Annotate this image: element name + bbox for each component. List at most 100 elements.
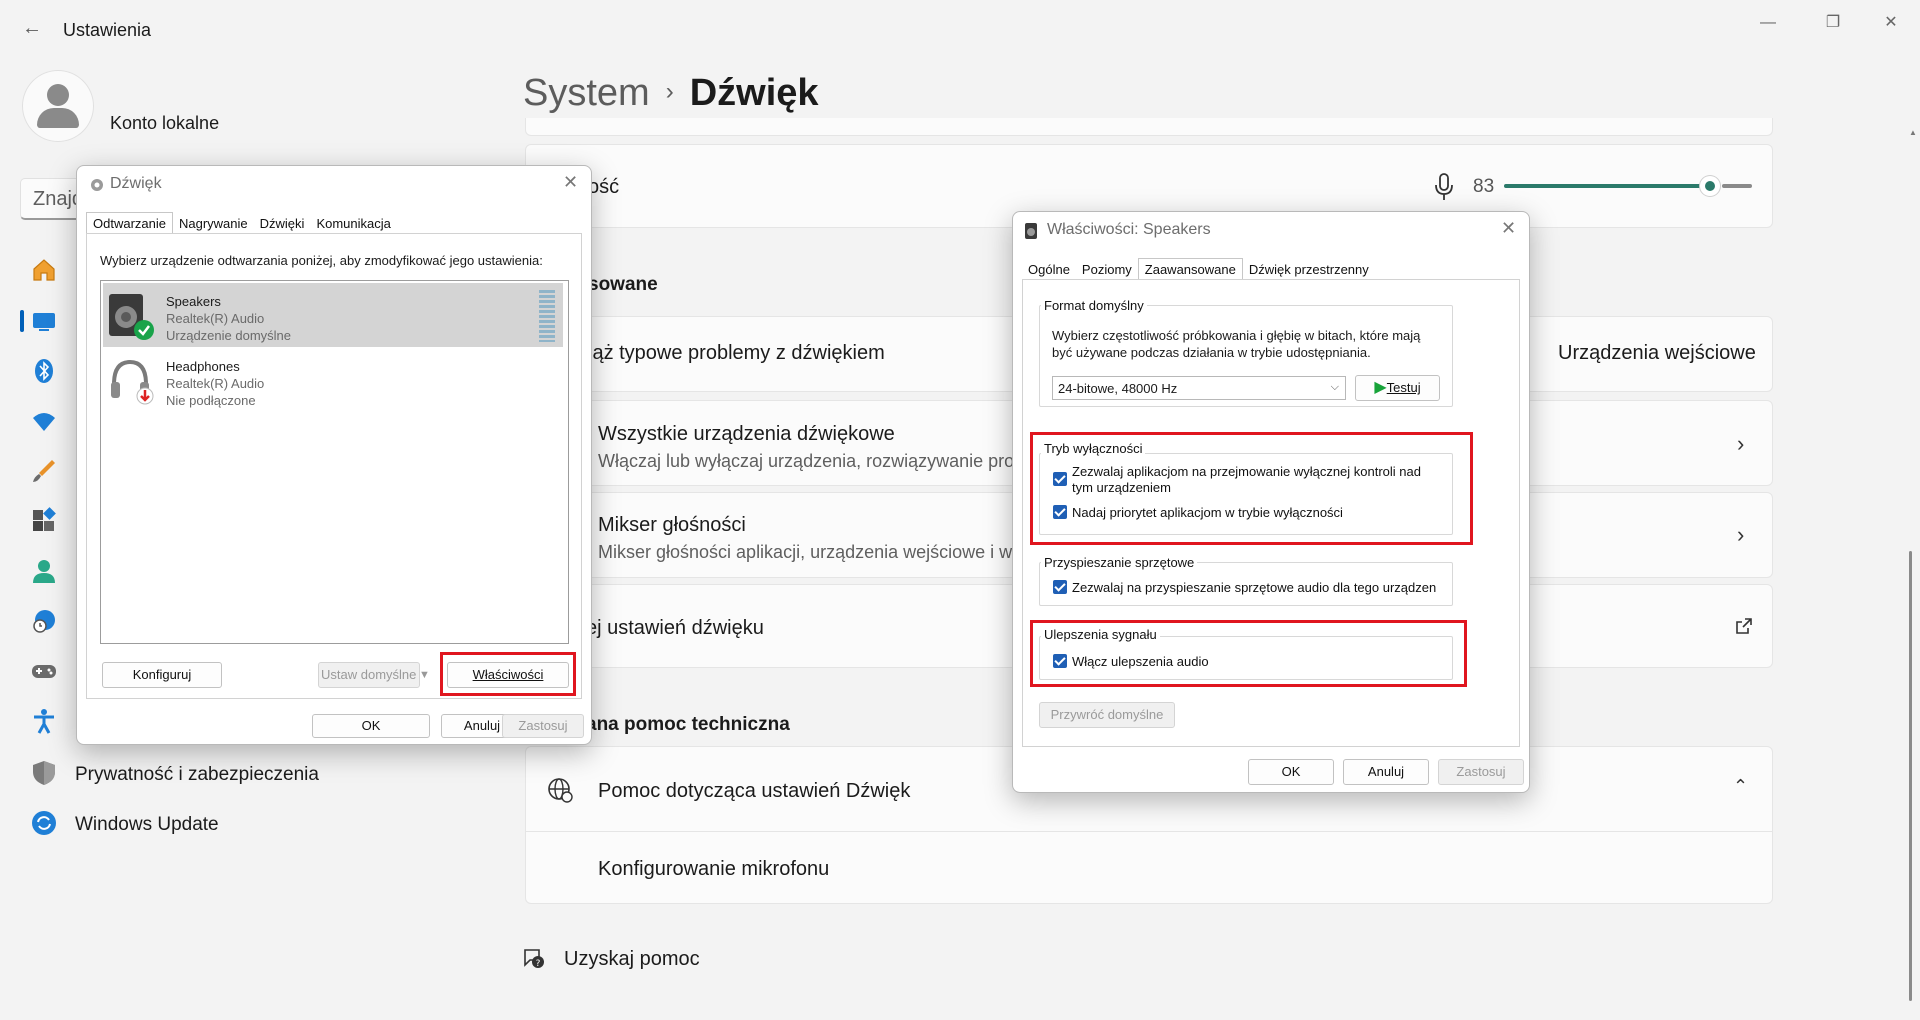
divider [525, 831, 1773, 832]
sidebar-item-windows-update[interactable]: Windows Update [75, 814, 219, 836]
speaker-app-icon [1025, 223, 1037, 239]
highlight-box [1030, 620, 1467, 687]
minimize-button[interactable]: — [1745, 8, 1791, 38]
maximize-button[interactable]: ❐ [1810, 8, 1856, 38]
device-name: Speakers [166, 294, 221, 309]
format-description: Wybierz częstotliwość próbkowania i głęb… [1052, 328, 1421, 360]
breadcrumb-parent[interactable]: System [523, 72, 650, 114]
ok-button[interactable]: OK [1248, 759, 1334, 785]
device-driver: Realtek(R) Audio [166, 311, 265, 326]
group-label: Format domyślny [1041, 298, 1147, 313]
avatar[interactable] [22, 70, 94, 142]
back-arrow-icon[interactable]: ← [18, 14, 46, 42]
cancel-button[interactable]: Anuluj [1343, 759, 1429, 785]
tab-recording[interactable]: Nagrywanie [173, 213, 254, 234]
format-select-value: 24-bitowe, 48000 Hz [1058, 381, 1178, 396]
troubleshoot-label: iąż typowe problemy z dźwiękiem [588, 342, 885, 364]
volume-label: ość [588, 176, 620, 198]
highlight-box [1030, 432, 1473, 545]
level-meter [539, 290, 555, 342]
chevron-right-icon: › [1737, 431, 1745, 456]
breadcrumb-separator: › [665, 78, 674, 105]
tab-playback[interactable]: Odtwarzanie [86, 212, 173, 234]
chevron-up-icon[interactable]: ⌃ [1733, 776, 1748, 797]
all-devices-title: Wszystkie urządzenia dźwiękowe [598, 423, 895, 445]
advanced-section-header: sowane [588, 274, 658, 295]
microphone-icon[interactable] [1432, 172, 1456, 202]
tab-spatial-sound[interactable]: Dźwięk przestrzenny [1243, 259, 1375, 280]
device-driver: Realtek(R) Audio [166, 376, 265, 391]
help-title[interactable]: Pomoc dotycząca ustawień Dźwięk [598, 780, 910, 803]
apps-icon[interactable] [30, 507, 58, 535]
window-title: Ustawienia [63, 20, 152, 40]
checkbox-label: Zezwalaj na przyspieszanie sprzętowe aud… [1072, 580, 1437, 595]
sidebar-item-privacy[interactable]: Prywatność i zabezpieczenia [75, 764, 319, 786]
chevron-down-icon: ⌵ [1330, 381, 1339, 393]
help-section-header: ana pomoc techniczna [586, 714, 790, 735]
group-label: Przyspieszanie sprzętowe [1041, 555, 1198, 570]
volume-slider-fill [1504, 184, 1710, 188]
globe-help-icon [548, 778, 573, 803]
help-link-mic[interactable]: Konfigurowanie mikrofonu [598, 858, 829, 881]
highlight-box [440, 652, 576, 696]
scrollbar[interactable]: ▲ [1909, 128, 1917, 1008]
apply-button[interactable]: Zastosuj [1438, 759, 1524, 785]
input-devices-button[interactable]: Urządzenia wejściowe [1558, 342, 1756, 365]
breadcrumb: System › Dźwięk [523, 72, 819, 115]
get-help-link[interactable]: Uzyskaj pomoc [564, 948, 700, 971]
page-title: Dźwięk [689, 72, 819, 114]
tab-advanced[interactable]: Zaawansowane [1137, 258, 1243, 280]
sound-tabs: Odtwarzanie Nagrywanie Dźwięki Komunikacja [86, 212, 397, 234]
bluetooth-icon[interactable] [30, 357, 58, 385]
volume-slider-track [1722, 184, 1752, 188]
chevron-right-icon: › [1737, 522, 1745, 547]
time-icon[interactable] [30, 607, 58, 635]
update-icon[interactable] [30, 809, 58, 837]
properties-dialog-title: Właściwości: Speakers [1047, 221, 1211, 238]
card-top-edge [525, 118, 1773, 136]
close-icon[interactable]: ✕ [563, 172, 578, 193]
wifi-icon[interactable] [30, 407, 58, 435]
volume-value: 83 [1473, 176, 1495, 197]
hw-acceleration-checkbox[interactable] [1053, 580, 1067, 594]
restore-defaults-button[interactable]: Przywróć domyślne [1039, 702, 1175, 728]
device-status: Nie podłączone [166, 393, 256, 408]
configure-button[interactable]: Konfiguruj [102, 662, 222, 688]
headphones-device-icon [111, 359, 154, 405]
svg-text:?: ? [536, 959, 541, 969]
properties-tabs: Ogólne Poziomy Zaawansowane Dźwięk przestrz… [1022, 258, 1375, 280]
tab-levels[interactable]: Poziomy [1076, 259, 1138, 280]
set-default-button[interactable]: Ustaw domyślne [318, 662, 420, 688]
nav-active-indicator [20, 310, 24, 332]
close-icon[interactable]: ✕ [1501, 218, 1516, 239]
close-button[interactable]: ✕ [1868, 8, 1914, 38]
more-settings-label: ej ustawień dźwięku [586, 617, 764, 639]
home-icon[interactable] [30, 256, 58, 284]
all-devices-subtitle: Włączaj lub wyłączaj urządzenia, rozwiąz… [598, 451, 1015, 471]
mixer-title: Mikser głośności [598, 514, 746, 536]
tab-communication[interactable]: Komunikacja [310, 213, 396, 234]
account-name: Konto lokalne [110, 113, 220, 133]
volume-slider-thumb[interactable] [1700, 176, 1720, 196]
shield-icon[interactable] [30, 759, 58, 787]
ok-button[interactable]: OK [312, 714, 430, 738]
format-select[interactable]: 24-bitowe, 48000 Hz ⌵ [1052, 376, 1346, 400]
playback-instruction: Wybierz urządzenie odtwarzania poniżej, … [100, 253, 543, 268]
get-help-icon: ? [524, 949, 544, 969]
test-button-label: Testuj [1386, 380, 1421, 395]
system-icon[interactable] [30, 307, 58, 335]
chevron-down-icon[interactable]: ▼ [419, 662, 437, 688]
accessibility-icon[interactable] [30, 707, 58, 735]
gamepad-icon[interactable] [30, 657, 58, 685]
speakers-device-icon [109, 294, 154, 340]
person-icon[interactable] [30, 557, 58, 585]
sound-dialog-title: Dźwięk [110, 175, 162, 192]
brush-icon[interactable] [30, 457, 58, 485]
apply-button[interactable]: Zastosuj [502, 714, 584, 738]
mixer-subtitle: Mikser głośności aplikacji, urządzenia w… [598, 542, 1013, 562]
tab-general[interactable]: Ogólne [1022, 259, 1076, 280]
test-button[interactable]: ▶Testuj [1355, 375, 1440, 401]
play-icon: ▶ [1374, 379, 1387, 396]
tab-sounds[interactable]: Dźwięki [254, 213, 311, 234]
speaker-app-icon [91, 179, 103, 191]
